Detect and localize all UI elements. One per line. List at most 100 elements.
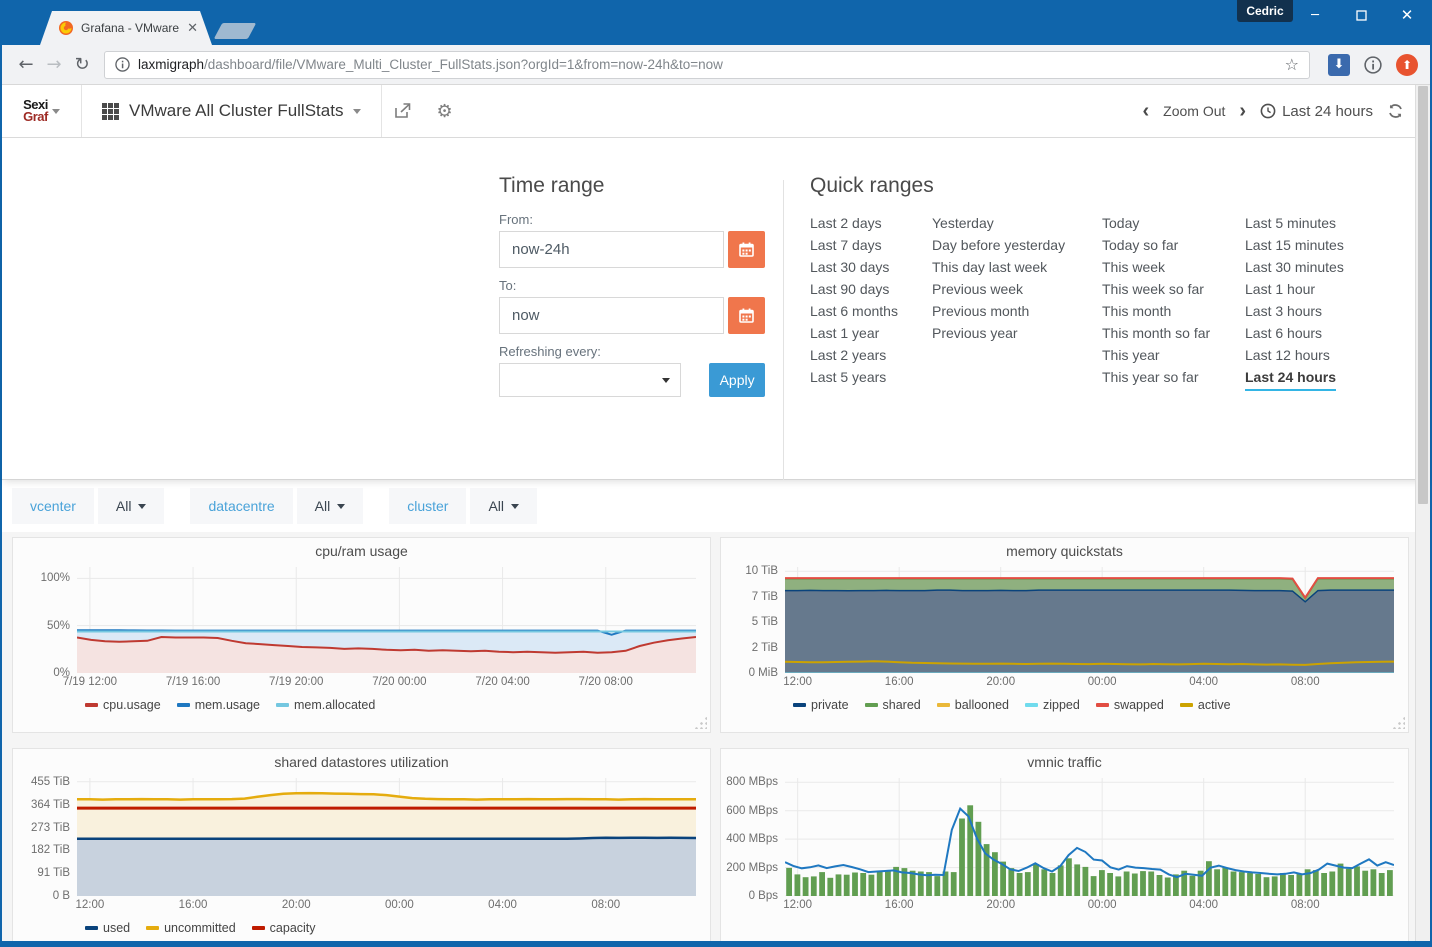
close-button[interactable]: ✕ — [1384, 0, 1430, 30]
from-input[interactable] — [499, 231, 724, 268]
quick-range-link[interactable]: Previous week — [932, 278, 1065, 300]
quick-range-link[interactable]: Last 5 minutes — [1245, 212, 1344, 234]
quick-range-link[interactable]: This day last week — [932, 256, 1065, 278]
y-axis-labels: 0%50%100% — [13, 567, 77, 691]
quick-range-link[interactable]: This year so far — [1102, 366, 1210, 388]
chart-plot[interactable] — [77, 567, 696, 673]
quick-range-link[interactable]: This week — [1102, 256, 1210, 278]
extension-download-button[interactable]: ⬇ — [1326, 52, 1352, 78]
legend-item[interactable]: cpu.usage — [85, 698, 161, 712]
variable-value-vcenter[interactable]: All — [98, 488, 165, 524]
quick-range-link[interactable]: Previous year — [932, 322, 1065, 344]
legend-item[interactable]: capacity — [252, 921, 316, 935]
legend-item[interactable]: mem.allocated — [276, 698, 375, 712]
settings-gear-button[interactable]: ⚙ — [424, 85, 464, 137]
chart-plot[interactable] — [77, 778, 696, 896]
chart-plot[interactable] — [785, 567, 1394, 673]
legend-item[interactable]: ballooned — [937, 698, 1009, 712]
quick-range-link[interactable]: Last 6 months — [810, 300, 898, 322]
quick-range-link[interactable]: Last 24 hours — [1245, 366, 1336, 391]
quick-range-link[interactable]: Last 1 year — [810, 322, 898, 344]
time-range-button[interactable]: Last 24 hours — [1260, 103, 1373, 120]
browser-profile-badge[interactable]: Cedric — [1237, 0, 1293, 22]
variable-value-datacentre[interactable]: All — [297, 488, 364, 524]
legend-item[interactable]: mem.usage — [177, 698, 260, 712]
to-calendar-button[interactable] — [728, 297, 765, 334]
legend-item[interactable]: used — [85, 921, 130, 935]
legend-item[interactable]: shared — [865, 698, 921, 712]
variable-label-datacentre: datacentre — [190, 488, 292, 524]
quick-range-link[interactable]: Last 6 hours — [1245, 322, 1344, 344]
refresh-interval-select[interactable] — [499, 363, 681, 397]
quick-range-link[interactable]: Last 12 hours — [1245, 344, 1344, 366]
page-info-icon[interactable] — [115, 57, 130, 72]
window-bottom-border — [0, 941, 1432, 947]
time-shift-right-button[interactable]: › — [1239, 101, 1246, 121]
url-bar[interactable]: laxmigraph/dashboard/file/VMware_Multi_C… — [104, 51, 1310, 79]
sexigraf-logo: SexiGraf — [23, 99, 48, 123]
sexigraf-logo-menu[interactable]: SexiGraf — [2, 85, 82, 137]
time-shift-left-button[interactable]: ‹ — [1143, 101, 1150, 121]
panel-resize-handle[interactable] — [694, 716, 707, 729]
refresh-icon[interactable] — [1387, 103, 1404, 119]
new-tab-button[interactable] — [214, 23, 257, 39]
scrollbar-thumb[interactable] — [1418, 86, 1428, 504]
quick-range-link[interactable]: Last 30 minutes — [1245, 256, 1344, 278]
legend-item[interactable]: active — [1180, 698, 1231, 712]
tab-close-icon[interactable]: ✕ — [187, 20, 198, 36]
quick-range-link[interactable]: Last 5 years — [810, 366, 898, 388]
panel-resize-handle[interactable] — [1392, 716, 1405, 729]
extension-info-button[interactable] — [1360, 52, 1386, 78]
quick-range-link[interactable]: Last 7 days — [810, 234, 898, 256]
quick-range-link[interactable]: Last 1 hour — [1245, 278, 1344, 300]
timepicker-divider — [783, 180, 784, 480]
quick-range-link[interactable]: Last 90 days — [810, 278, 898, 300]
legend-item[interactable]: swapped — [1096, 698, 1164, 712]
quick-range-link[interactable]: This year — [1102, 344, 1210, 366]
quick-ranges-column: Last 2 daysLast 7 daysLast 30 daysLast 9… — [810, 212, 898, 388]
grafana-favicon-icon — [58, 20, 74, 36]
forward-button[interactable]: → — [40, 54, 68, 75]
apply-button[interactable]: Apply — [709, 363, 765, 397]
chart-plot[interactable] — [785, 778, 1394, 896]
quick-range-link[interactable]: Last 30 days — [810, 256, 898, 278]
quick-range-link[interactable]: Today so far — [1102, 234, 1210, 256]
extension-up-button[interactable]: ⬆ — [1394, 52, 1420, 78]
to-input[interactable] — [499, 297, 724, 334]
maximize-button[interactable] — [1338, 0, 1384, 30]
share-button[interactable] — [382, 85, 424, 137]
reload-button[interactable]: ↻ — [68, 54, 96, 75]
panel-title[interactable]: shared datastores utilization — [13, 754, 710, 778]
panel-title[interactable]: cpu/ram usage — [13, 543, 710, 567]
bookmark-star-icon[interactable]: ☆ — [1285, 55, 1299, 74]
dashboard-title-menu[interactable]: VMware All Cluster FullStats — [82, 85, 382, 137]
quick-range-link[interactable]: Day before yesterday — [932, 234, 1065, 256]
quick-range-link[interactable]: Last 2 days — [810, 212, 898, 234]
variable-value-cluster[interactable]: All — [470, 488, 537, 524]
quick-range-link[interactable]: Last 15 minutes — [1245, 234, 1344, 256]
chevron-down-icon — [52, 109, 60, 114]
legend-item[interactable]: private — [793, 698, 849, 712]
back-button[interactable]: ← — [12, 54, 40, 75]
legend-item[interactable]: uncommitted — [146, 921, 236, 935]
minimize-button[interactable]: ─ — [1292, 0, 1338, 30]
panel-title[interactable]: vmnic traffic — [721, 754, 1408, 778]
quick-range-link[interactable]: Yesterday — [932, 212, 1065, 234]
panel-title[interactable]: memory quickstats — [721, 543, 1408, 567]
zoom-out-button[interactable]: Zoom Out — [1163, 103, 1225, 119]
browser-tab[interactable]: Grafana - VMware All Clu ✕ — [40, 11, 212, 45]
chevron-down-icon — [138, 504, 146, 509]
quick-range-link[interactable]: This month — [1102, 300, 1210, 322]
clock-icon — [1260, 103, 1276, 119]
from-calendar-button[interactable] — [728, 231, 765, 268]
quick-range-link[interactable]: This week so far — [1102, 278, 1210, 300]
page-scrollbar[interactable] — [1415, 85, 1430, 941]
quick-range-link[interactable]: Last 2 years — [810, 344, 898, 366]
quick-range-link[interactable]: This month so far — [1102, 322, 1210, 344]
quick-range-link[interactable]: Previous month — [932, 300, 1065, 322]
url-text[interactable]: laxmigraph/dashboard/file/VMware_Multi_C… — [138, 57, 1285, 72]
legend-item[interactable]: zipped — [1025, 698, 1080, 712]
grafana-top-nav: SexiGraf VMware All Cluster FullStats ⚙ … — [2, 85, 1430, 138]
quick-range-link[interactable]: Last 3 hours — [1245, 300, 1344, 322]
quick-range-link[interactable]: Today — [1102, 212, 1210, 234]
